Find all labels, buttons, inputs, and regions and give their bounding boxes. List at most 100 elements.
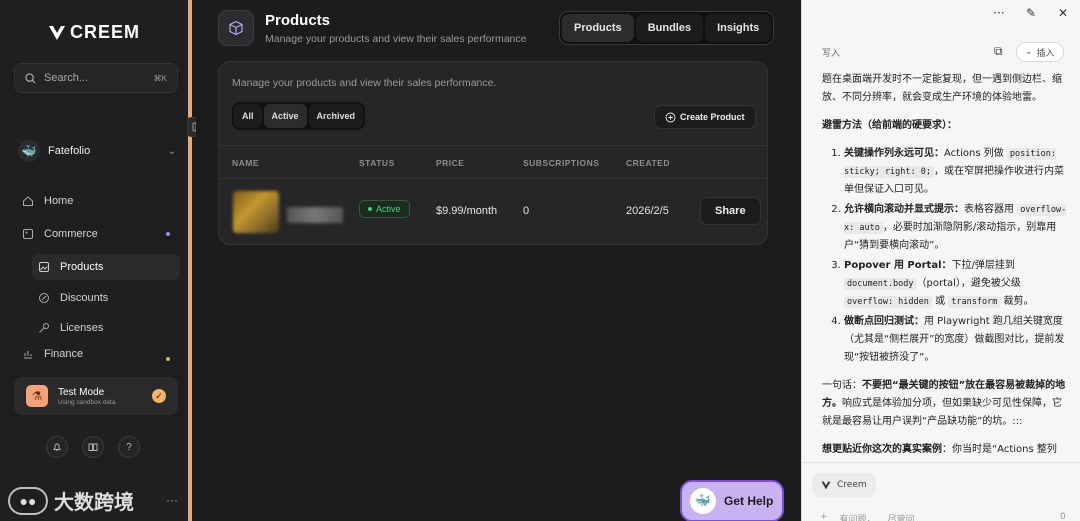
- sidebar-item-finance[interactable]: Finance: [14, 348, 180, 362]
- chat-message: 题在桌面端开发时不一定能复现，但一遇到侧边栏、缩放、不同分辨率，就会变成生产环境…: [822, 71, 1070, 469]
- get-help-label: Get Help: [724, 494, 774, 508]
- more-icon[interactable]: ···: [166, 493, 178, 507]
- test-mode-toggle[interactable]: ⚗ Test Mode Using sandbox data ✓: [14, 377, 178, 415]
- create-product-label: Create Product: [680, 112, 745, 122]
- product-price: $9.99/month: [436, 205, 498, 217]
- sidebar-item-discounts[interactable]: Discounts: [32, 285, 180, 311]
- plus-icon[interactable]: +: [820, 512, 828, 521]
- sidebar-item-commerce[interactable]: Commerce: [14, 221, 180, 247]
- sidebar-item-label: Products: [60, 261, 104, 273]
- tab-bundles[interactable]: Bundles: [635, 14, 704, 42]
- percent-icon: [38, 292, 50, 304]
- composer-placeholder-a: 有问题，: [839, 515, 876, 521]
- watermark: ●● 大数跨境: [8, 486, 134, 515]
- share-button[interactable]: Share: [700, 197, 761, 225]
- create-product-button[interactable]: Create Product: [654, 105, 756, 129]
- sidebar-item-products[interactable]: Products: [32, 254, 180, 280]
- product-subscriptions: 0: [523, 205, 530, 217]
- commerce-icon: [22, 228, 34, 240]
- org-avatar-icon: 🐳: [18, 140, 40, 162]
- search-icon: [25, 72, 36, 84]
- item-title: 做断点回归测试：: [844, 316, 924, 327]
- item-text: Actions 列做: [944, 148, 1007, 159]
- item-title: Popover 用 Portal：: [844, 260, 952, 271]
- list-item: 关键操作列永远可见：Actions 列做 position: sticky; r…: [844, 145, 1070, 199]
- bell-icon[interactable]: [46, 436, 68, 458]
- context-chip[interactable]: Creem: [812, 473, 876, 497]
- page-subtitle: Manage your products and view their sale…: [265, 33, 527, 45]
- insert-arrow-icon: ⌄: [1025, 47, 1033, 57]
- panel-toolbar: ··· ✎ ✕: [992, 6, 1070, 20]
- column-price[interactable]: PRICE: [436, 158, 464, 168]
- item-code: transform: [948, 296, 1001, 308]
- filter-archived[interactable]: Archived: [308, 104, 364, 128]
- product-created: 2026/2/5: [626, 205, 669, 217]
- item-title: 允许横向滚动并显式提示：: [844, 204, 964, 215]
- cube-icon: [218, 10, 254, 46]
- test-mode-title: Test Mode: [58, 386, 105, 398]
- book-icon[interactable]: [82, 436, 104, 458]
- composer-counter: 0: [1060, 512, 1066, 521]
- tab-products[interactable]: Products: [562, 14, 634, 42]
- list-item: 做断点回归测试：用 Playwright 跑几组关键宽度（尤其是“侧栏展开”的宽…: [844, 313, 1070, 367]
- watermark-text: 大数跨境: [54, 492, 134, 514]
- table-row[interactable]: Active $9.99/month 0 2026/2/5 Share: [219, 179, 767, 243]
- item-text: 裁剪。: [1000, 296, 1034, 307]
- summary-text: 响应式是体验加分项，但如果缺少可见性保障，它就是最容易让用户误判“产品缺功能”的…: [822, 398, 1062, 427]
- sidebar-item-licenses[interactable]: Licenses: [32, 315, 180, 341]
- summary-prefix: 一句话：: [822, 380, 862, 391]
- composer-placeholder-b: 尽管问: [887, 515, 915, 521]
- status-filter: All Active Archived: [232, 102, 366, 130]
- search-input[interactable]: Search... ⌘K: [14, 63, 178, 93]
- org-name: Fatefolio: [48, 145, 91, 157]
- creem-logo-icon: [49, 25, 65, 40]
- column-name[interactable]: NAME: [232, 158, 259, 168]
- insert-button[interactable]: ⌄ 插入: [1016, 42, 1064, 62]
- column-status[interactable]: STATUS: [359, 158, 395, 168]
- item-text: 或: [931, 296, 949, 307]
- sidebar-item-label: Finance: [44, 348, 84, 360]
- item-title: 关键操作列永远可见：: [844, 148, 944, 159]
- copy-icon[interactable]: ⧉: [994, 44, 1003, 59]
- home-icon: [22, 195, 34, 207]
- close-icon[interactable]: ✕: [1056, 6, 1070, 20]
- panel-divider: [802, 462, 1080, 463]
- chat-case: 想更贴近你这次的真实案例：你当时是“Actions 整列: [822, 441, 1070, 459]
- context-chip-label: Creem: [837, 480, 867, 490]
- view-tabs: Products Bundles Insights: [559, 11, 775, 45]
- item-text: 下拉/弹层挂到: [951, 260, 1015, 271]
- main-content: Products Manage your products and view t…: [196, 0, 801, 521]
- filter-active[interactable]: Active: [263, 104, 307, 128]
- creem-logo[interactable]: CREEM: [48, 22, 140, 43]
- edit-icon[interactable]: ✎: [1024, 6, 1038, 20]
- product-name-redacted: [287, 207, 343, 223]
- tab-insights[interactable]: Insights: [705, 14, 772, 42]
- sidebar-item-label: Licenses: [60, 322, 104, 334]
- chat-summary: 一句话：不要把“最关键的按钮”放在最容易被裁掉的地方。响应式是体验加分项，但如果…: [822, 377, 1070, 431]
- assistant-panel: ··· ✎ ✕ 写入 ⧉ ⌄ 插入 题在桌面端开发时不一定能复现，但一遇到侧边栏…: [801, 0, 1080, 521]
- status-badge: Active: [359, 200, 410, 218]
- sidebar: CREEM Search... ⌘K 🐳 Fatefolio ⌄ Home Co…: [0, 0, 192, 521]
- list-item: 允许横向滚动并显式提示：表格容器用 overflow-x: auto，必要时加渐…: [844, 201, 1070, 255]
- search-placeholder: Search...: [44, 72, 89, 84]
- image-icon: [38, 261, 50, 273]
- sidebar-item-label: Discounts: [60, 292, 109, 304]
- sidebar-item-home[interactable]: Home: [14, 188, 180, 214]
- help-icon[interactable]: ?: [118, 436, 140, 458]
- case-text: ：你当时是“Actions 整列: [942, 444, 1057, 455]
- filter-all[interactable]: All: [234, 104, 262, 128]
- watermark-logo-icon: ●●: [8, 486, 48, 515]
- get-help-button[interactable]: 🐳 Get Help: [680, 480, 784, 521]
- column-created[interactable]: CREATED: [626, 158, 670, 168]
- column-subscriptions[interactable]: SUBSCRIPTIONS: [523, 158, 599, 168]
- check-icon: ✓: [152, 389, 166, 403]
- card-subtitle: Manage your products and view their sale…: [232, 77, 497, 89]
- item-text: 表格容器用: [964, 204, 1018, 215]
- item-code: document.body: [844, 278, 917, 290]
- table-header: NAME STATUS PRICE SUBSCRIPTIONS CREATED: [219, 145, 767, 179]
- sidebar-footer-icons: ?: [46, 436, 140, 458]
- org-switcher[interactable]: 🐳 Fatefolio ⌄: [18, 139, 176, 163]
- chat-composer[interactable]: + 有问题， 尽管问: [820, 512, 915, 521]
- more-icon[interactable]: ···: [992, 6, 1006, 20]
- list-item: Popover 用 Portal：下拉/弹层挂到 document.body（p…: [844, 257, 1070, 311]
